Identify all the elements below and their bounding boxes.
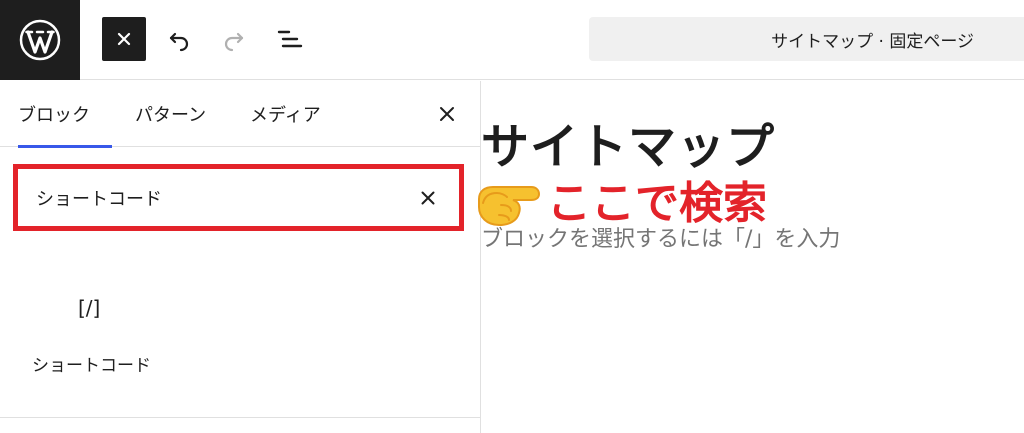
block-result-shortcode[interactable]: [/] ショートコード xyxy=(20,286,170,396)
annotation: ここで検索 xyxy=(475,167,768,231)
tab-label: メディア xyxy=(250,105,321,126)
tab-blocks[interactable]: ブロック xyxy=(18,81,112,148)
block-inserter-panel: ブロック パターン メディア [/] ショートコード xyxy=(0,81,481,433)
document-bar[interactable]: サイトマップ · 固定ページ xyxy=(589,17,1024,61)
pointing-hand-icon xyxy=(478,186,541,227)
block-result-label: ショートコード xyxy=(32,356,151,376)
shortcode-icon: [/] xyxy=(78,296,101,320)
list-view-icon xyxy=(277,30,303,48)
undo-button[interactable] xyxy=(162,22,196,56)
wordpress-logo[interactable] xyxy=(0,0,80,80)
inserter-tabs: ブロック パターン メディア xyxy=(0,81,480,148)
redo-button[interactable] xyxy=(217,22,251,56)
tab-label: パターン xyxy=(135,105,207,126)
block-search-box xyxy=(20,171,457,224)
tab-media[interactable]: メディア xyxy=(250,81,321,147)
close-inserter-button[interactable] xyxy=(102,17,146,61)
close-icon xyxy=(117,32,131,46)
block-search-input[interactable] xyxy=(20,187,390,208)
undo-icon xyxy=(169,32,189,52)
annotation-text: ここで検索 xyxy=(546,177,768,230)
wordpress-icon xyxy=(19,19,61,61)
document-title: サイトマップ · 固定ページ xyxy=(771,31,974,52)
editor-header: サイトマップ · 固定ページ xyxy=(0,0,1024,80)
close-icon xyxy=(440,107,454,121)
tab-patterns[interactable]: パターン xyxy=(135,81,206,147)
list-view-button[interactable] xyxy=(272,22,306,56)
divider xyxy=(0,417,480,418)
redo-icon xyxy=(224,32,244,52)
tab-label: ブロック xyxy=(18,105,90,126)
clear-search-button[interactable] xyxy=(411,181,445,215)
close-icon xyxy=(421,191,435,205)
close-panel-button[interactable] xyxy=(430,97,464,131)
